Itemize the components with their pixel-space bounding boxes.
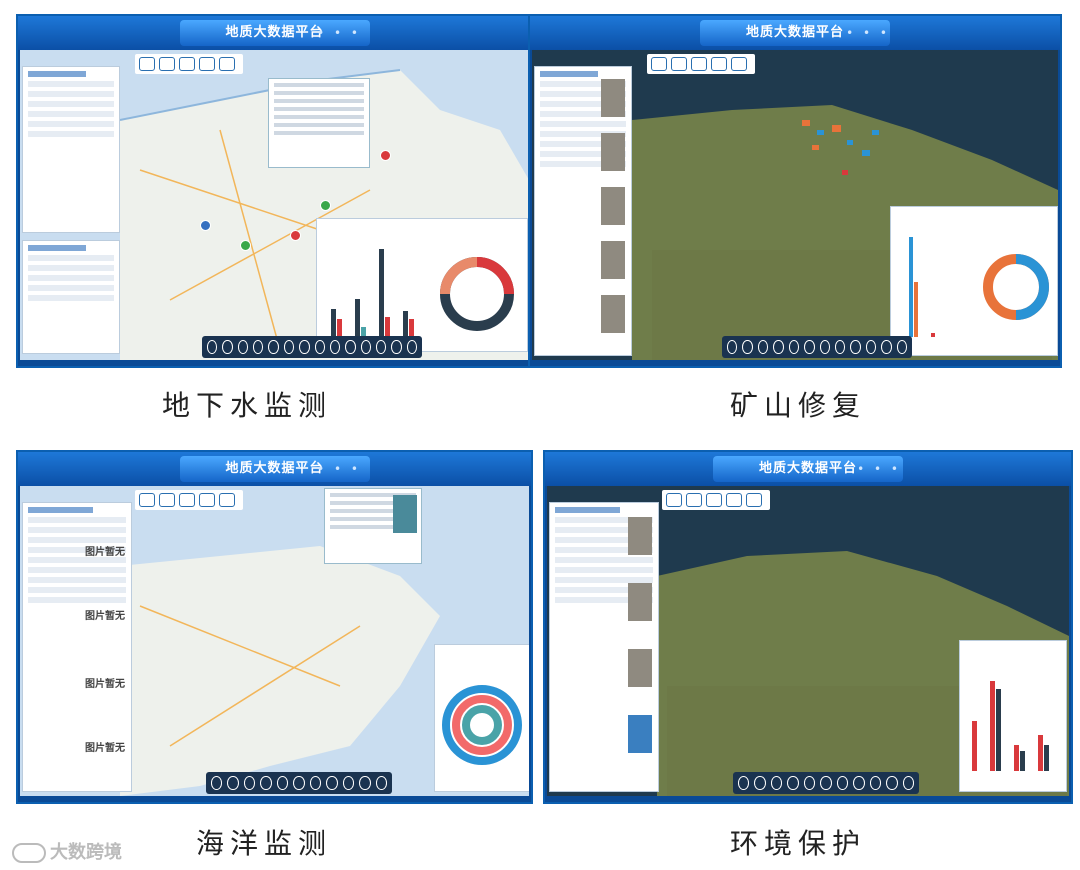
site-photo: [601, 79, 625, 117]
map-marker[interactable]: [320, 200, 331, 211]
site-photo: [601, 241, 625, 279]
picture-placeholder: 图片暂无: [85, 743, 125, 754]
caption-mine-restoration: 矿山修复: [730, 389, 867, 422]
platform-header: • • • 地质大数据平台 • • •: [18, 452, 531, 486]
map-marker[interactable]: [380, 150, 391, 161]
map-toolbar[interactable]: [647, 54, 755, 74]
bottom-toolbar[interactable]: [202, 336, 422, 358]
bottom-toolbar[interactable]: [722, 336, 912, 358]
station-popup[interactable]: [268, 78, 370, 168]
caption-ocean-monitoring: 海洋监测: [196, 827, 333, 860]
site-photo: [601, 187, 625, 225]
bar-series: [909, 237, 935, 337]
platform-header: • • • 地质大数据平台 • • •: [530, 16, 1060, 50]
map-view[interactable]: 图片暂无 图片暂无 图片暂无 图片暂无: [20, 486, 529, 796]
map-view[interactable]: [20, 50, 529, 360]
ocean-list[interactable]: 图片暂无 图片暂无 图片暂无 图片暂无: [22, 502, 132, 792]
map-marker[interactable]: [290, 230, 301, 241]
caption-environment: 环境保护: [730, 827, 867, 860]
bar-series: [972, 681, 1049, 771]
stats-chart: [316, 218, 528, 352]
site-photo: [628, 649, 652, 687]
site-popup[interactable]: [324, 488, 422, 564]
map-marker[interactable]: [200, 220, 211, 231]
bottom-toolbar[interactable]: [206, 772, 392, 794]
site-photo: [628, 715, 652, 753]
picture-placeholder: 图片暂无: [85, 611, 125, 622]
ocean-stats-chart: [434, 644, 529, 792]
watermark-logo-icon: [12, 843, 46, 863]
query-panel[interactable]: [22, 66, 120, 233]
bottom-toolbar[interactable]: [733, 772, 919, 794]
caption-groundwater: 地下水监测: [162, 389, 333, 422]
site-photo: [601, 295, 625, 333]
results-list[interactable]: [22, 240, 120, 354]
panel-environment: • • • 地质大数据平台 • • •: [543, 450, 1073, 804]
environment-list[interactable]: [549, 502, 659, 792]
satellite-map[interactable]: [547, 486, 1069, 796]
bar-series: [331, 249, 414, 337]
map-toolbar[interactable]: [135, 54, 243, 74]
panel-mine-restoration: • • • 地质大数据平台 • • •: [528, 14, 1062, 368]
panel-ocean-monitoring: • • • 地质大数据平台 • • • 图片暂无 图片暂无 图片暂无 图片暂无: [16, 450, 533, 804]
environment-stats-chart: [959, 640, 1067, 792]
panel-groundwater: • • • 地质大数据平台 • • •: [16, 14, 533, 368]
site-photo: [393, 495, 417, 533]
site-photo: [628, 583, 652, 621]
platform-header: • • • 地质大数据平台 • • •: [18, 16, 531, 50]
site-photo: [628, 517, 652, 555]
map-marker[interactable]: [240, 240, 251, 251]
map-toolbar[interactable]: [662, 490, 770, 510]
mine-list[interactable]: [534, 66, 632, 356]
site-photo: [601, 133, 625, 171]
watermark: 大数跨境: [12, 838, 122, 864]
map-toolbar[interactable]: [135, 490, 243, 510]
picture-placeholder: 图片暂无: [85, 679, 125, 690]
mine-stats-chart: [890, 206, 1058, 356]
satellite-map[interactable]: [532, 50, 1058, 360]
picture-placeholder: 图片暂无: [85, 547, 125, 558]
platform-header: • • • 地质大数据平台 • • •: [545, 452, 1071, 486]
